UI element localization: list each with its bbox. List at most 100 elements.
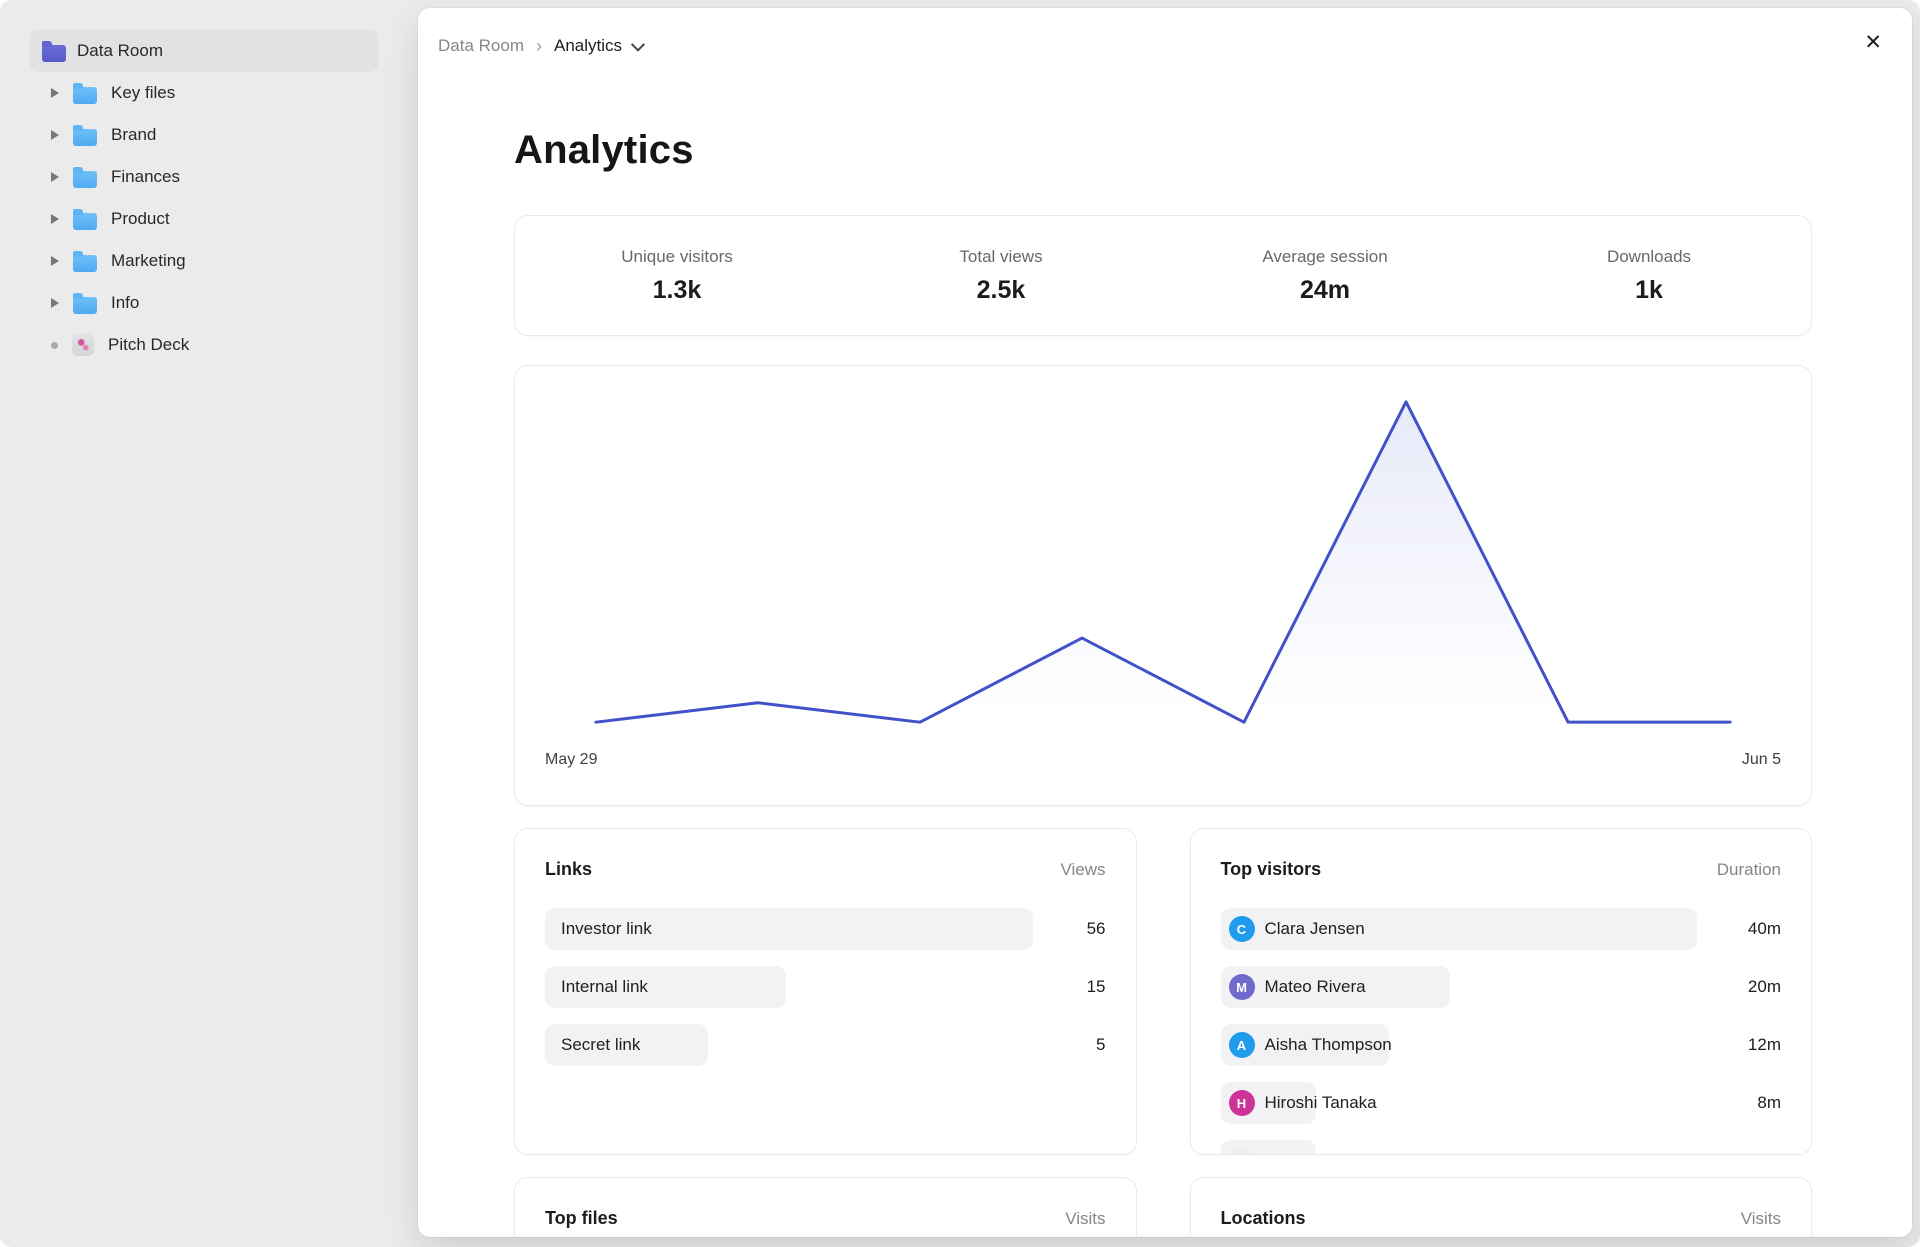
bottom-card-header: Top files Visits [545, 1208, 1106, 1229]
bottom-card: Locations Visits [1190, 1177, 1813, 1237]
link-row[interactable]: Internal link 15 [545, 966, 1106, 1008]
bullet-icon [51, 342, 58, 349]
stat-value: 24m [1300, 276, 1350, 305]
chevron-right-icon: › [536, 32, 542, 60]
sidebar-item-label: Product [111, 209, 170, 229]
breadcrumb-data-room[interactable]: Data Room [438, 32, 524, 60]
sidebar-item-label: Data Room [77, 41, 163, 61]
bottom-card-header: Locations Visits [1221, 1208, 1782, 1229]
middle-cards-row: Links Views Investor link 56 Internal li… [514, 828, 1812, 1155]
link-label: Investor link [561, 919, 652, 939]
x-axis-end-label: Jun 5 [1742, 751, 1781, 769]
pitch-deck-thumbnail-icon [72, 334, 94, 356]
stat: Unique visitors 1.3k [515, 247, 839, 305]
links-card-header: Links Views [545, 859, 1106, 880]
links-list: Investor link 56 Internal link 15 Secret… [545, 908, 1106, 1066]
visitor-duration-value: 8m [1757, 1093, 1781, 1113]
bottom-cards-row: Top files Visits Locations Visits [514, 1177, 1812, 1237]
stat-value: 1k [1635, 276, 1663, 305]
close-button[interactable]: ✕ [1860, 30, 1886, 55]
stat-value: 2.5k [977, 276, 1026, 305]
top-visitors-card-header: Top visitors Duration [1221, 859, 1782, 880]
stat-value: 1.3k [653, 276, 702, 305]
folder-icon [73, 171, 97, 188]
visitor-row[interactable]: C Clara Jensen 40m [1221, 908, 1782, 950]
bottom-card-title: Top files [545, 1208, 618, 1229]
chevron-down-icon[interactable] [631, 38, 645, 52]
breadcrumb: Data Room › Analytics [438, 32, 1884, 60]
modal-header: Data Room › Analytics ✕ [418, 8, 1912, 64]
disclosure-triangle-icon[interactable] [51, 256, 59, 266]
visitor-row[interactable] [1221, 1140, 1782, 1155]
link-views-value: 56 [1087, 919, 1106, 939]
sidebar-item-data-room[interactable]: Data Room [30, 30, 378, 72]
link-row[interactable]: Investor link 56 [545, 908, 1106, 950]
bottom-card-title: Locations [1221, 1208, 1306, 1229]
breadcrumb-analytics[interactable]: Analytics [554, 32, 622, 60]
visitor-name: Aisha Thompson [1265, 1035, 1392, 1055]
folder-icon [73, 129, 97, 146]
folder-icon [73, 87, 97, 104]
stat-label: Downloads [1607, 247, 1691, 267]
visitor-row[interactable]: A Aisha Thompson 12m [1221, 1024, 1782, 1066]
visitor-name: Mateo Rivera [1265, 977, 1366, 997]
disclosure-triangle-icon[interactable] [51, 172, 59, 182]
link-views-value: 5 [1096, 1035, 1105, 1055]
stat-label: Average session [1262, 247, 1387, 267]
top-visitors-card: Top visitors Duration C Clara Jensen 40m [1190, 828, 1813, 1155]
sidebar-item-pitch-deck[interactable]: Pitch Deck [30, 324, 378, 366]
visitors-list: C Clara Jensen 40m M Mateo Rivera 20m A [1221, 908, 1782, 1155]
stat-label: Unique visitors [621, 247, 733, 267]
disclosure-triangle-icon[interactable] [51, 130, 59, 140]
sidebar-item-folder[interactable]: Product [30, 198, 378, 240]
sidebar-folder-list: Key files Brand Finances Product Mar [0, 72, 418, 324]
folder-icon [73, 213, 97, 230]
disclosure-triangle-icon[interactable] [51, 214, 59, 224]
duration-column-header: Duration [1717, 860, 1781, 880]
sidebar-item-folder[interactable]: Finances [30, 156, 378, 198]
sidebar-item-label: Info [111, 293, 139, 313]
top-visitors-card-title: Top visitors [1221, 859, 1322, 880]
page-title: Analytics [514, 126, 1812, 174]
avatar: M [1229, 974, 1255, 1000]
sidebar-item-folder[interactable]: Info [30, 282, 378, 324]
chart-line [596, 402, 1730, 722]
visitor-duration-value: 20m [1748, 977, 1781, 997]
x-axis-start-label: May 29 [545, 751, 597, 769]
links-card-title: Links [545, 859, 592, 880]
avatar: H [1229, 1090, 1255, 1116]
folder-icon [73, 255, 97, 272]
app-window: Data Room Key files Brand Finances [0, 0, 1920, 1247]
link-label: Internal link [561, 977, 648, 997]
stat: Total views 2.5k [839, 247, 1163, 305]
link-row[interactable]: Secret link 5 [545, 1024, 1106, 1066]
chart-area-fill [596, 402, 1730, 726]
links-card: Links Views Investor link 56 Internal li… [514, 828, 1137, 1155]
sidebar-item-folder[interactable]: Marketing [30, 240, 378, 282]
disclosure-triangle-icon[interactable] [51, 298, 59, 308]
visitor-name: Clara Jensen [1265, 919, 1365, 939]
link-views-value: 15 [1087, 977, 1106, 997]
sidebar-item-label: Finances [111, 167, 180, 187]
visitor-name: Hiroshi Tanaka [1265, 1093, 1377, 1113]
sidebar-item-label: Key files [111, 83, 175, 103]
visits-column-header: Visits [1741, 1209, 1781, 1229]
sidebar-item-label: Marketing [111, 251, 186, 271]
disclosure-triangle-icon[interactable] [51, 88, 59, 98]
sidebar-item-folder[interactable]: Key files [30, 72, 378, 114]
analytics-modal: Data Room › Analytics ✕ Analytics Unique… [418, 8, 1912, 1237]
visitor-row[interactable]: H Hiroshi Tanaka 8m [1221, 1082, 1782, 1124]
stats-card: Unique visitors 1.3k Total views 2.5k Av… [514, 215, 1812, 336]
sidebar-item-label: Brand [111, 125, 156, 145]
sidebar-item-folder[interactable]: Brand [30, 114, 378, 156]
stat: Average session 24m [1163, 247, 1487, 305]
link-label: Secret link [561, 1035, 640, 1055]
visits-chart-card: May 29 Jun 5 [514, 365, 1812, 806]
folder-icon [73, 297, 97, 314]
avatar: A [1229, 1032, 1255, 1058]
stat-label: Total views [959, 247, 1042, 267]
visitor-duration-value: 40m [1748, 919, 1781, 939]
visitor-row[interactable]: M Mateo Rivera 20m [1221, 966, 1782, 1008]
modal-content: Analytics Unique visitors 1.3k Total vie… [418, 126, 1912, 1237]
sidebar: Data Room Key files Brand Finances [0, 0, 418, 1247]
